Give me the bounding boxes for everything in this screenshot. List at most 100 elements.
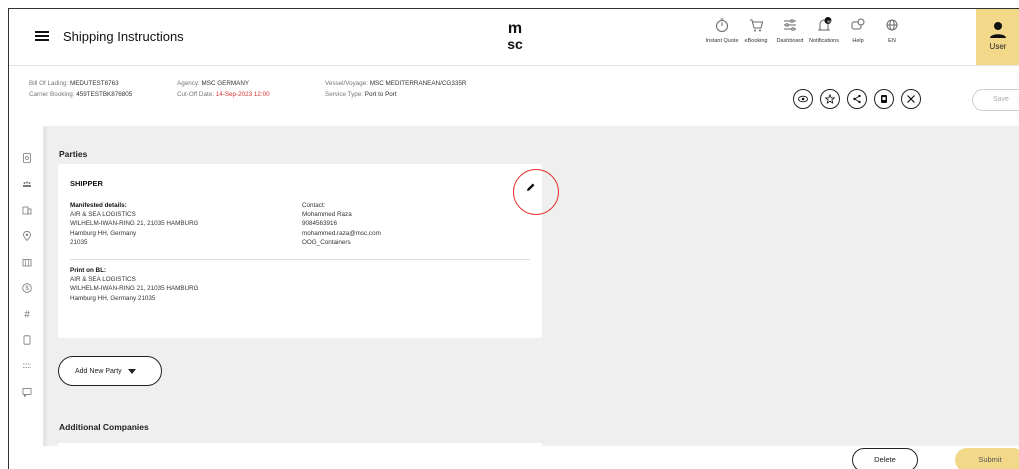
print-line: WILHELM-IWAN-RING 21, 21035 HAMBURG — [70, 285, 199, 293]
bol-label: Bill Of Lading: — [29, 80, 69, 87]
cutoff-label: Cut-Off Date: — [177, 91, 214, 98]
agency-info: Agency: MSC GERMANY Cut-Off Date: 14-Sep… — [177, 78, 270, 100]
nav-label: Instant Quote — [705, 38, 739, 44]
manifested-details: Manifested details: AIR & SEA LOGISTICS … — [70, 201, 199, 247]
eye-icon — [798, 95, 808, 103]
manifested-line: Hamburg HH, Germany — [70, 229, 137, 237]
contact-line: OOG_Containers — [302, 238, 351, 246]
bol-value: MEDUTEST8763 — [69, 80, 119, 87]
document-icon — [881, 95, 887, 103]
carrier-booking-value: 459TESTBK876805 — [76, 91, 133, 98]
shipper-card: SHIPPER Manifested details: AIR & SEA LO… — [58, 164, 559, 338]
nav-label: Notifications — [809, 38, 839, 44]
svg-text:$: $ — [25, 286, 29, 292]
nav-language[interactable]: EN — [875, 17, 909, 44]
manifested-line: WILHELM-IWAN-RING 21, 21035 HAMBURG — [70, 220, 199, 228]
notification-badge: 99+ — [827, 19, 834, 24]
share-button[interactable] — [847, 89, 867, 109]
user-icon — [990, 22, 1006, 38]
agency-value: MSC GERMANY — [201, 80, 250, 87]
vessel-value: MSC MEDITERRANEAN/CG335R — [369, 80, 467, 87]
nav-label: eBooking — [744, 38, 768, 44]
side-file-icon[interactable] — [22, 332, 32, 345]
print-line: Hamburg HH, Germany 21035 — [70, 294, 156, 302]
add-new-party-label: Add New Party — [75, 367, 122, 375]
additional-companies-title: Additional Companies — [59, 422, 149, 432]
edit-highlight-circle — [513, 169, 559, 215]
stopwatch-icon — [716, 18, 728, 32]
carrier-booking-label: Carrier Booking: — [29, 91, 75, 98]
card-divider — [70, 259, 530, 260]
side-container-icon[interactable] — [22, 254, 32, 267]
side-nav: $ # — [9, 126, 43, 446]
nav-ebooking[interactable]: eBooking — [739, 17, 773, 44]
svg-text:sc: sc — [507, 36, 523, 52]
delete-button[interactable]: Delete — [852, 448, 918, 469]
user-menu-button[interactable]: User — [976, 9, 1019, 65]
contact-line: 9084563916 — [302, 220, 338, 228]
agency-label: Agency: — [177, 80, 200, 87]
nav-label: Help — [852, 38, 864, 44]
print-line: AIR & SEA LOGISTICS — [70, 276, 136, 284]
shipper-heading: SHIPPER — [70, 179, 103, 188]
manifested-line: 21035 — [70, 238, 88, 246]
vessel-info: Vessel/Voyage: MSC MEDITERRANEAN/CG335R … — [325, 78, 466, 100]
print-on-bl-details: Print on BL: AIR & SEA LOGISTICS WILHELM… — [70, 266, 199, 303]
contact-label: Contact: — [302, 202, 326, 209]
nav-instant-quote[interactable]: Instant Quote — [705, 17, 739, 44]
svg-text:m: m — [508, 20, 522, 37]
top-nav: Instant Quote eBooking Dashboard 99+ Not… — [705, 17, 909, 44]
globe-icon — [886, 19, 898, 31]
vessel-label: Vessel/Voyage: — [325, 80, 369, 87]
bottom-action-bar: Delete Submit — [9, 446, 1019, 469]
nav-help[interactable]: Help — [841, 17, 875, 44]
manifested-line: AIR & SEA LOGISTICS — [70, 211, 136, 219]
main-content: Parties SHIPPER Manifested details: AIR … — [47, 126, 1019, 449]
page-title: Shipping Instructions — [63, 29, 184, 44]
user-label: User — [989, 42, 1007, 51]
contact-line: mohammed.raza@msc.com — [302, 229, 381, 237]
menu-icon[interactable] — [35, 31, 49, 41]
nav-label: EN — [888, 38, 896, 44]
msc-logo: m sc — [507, 20, 523, 52]
sliders-icon — [784, 19, 796, 31]
contact-details: Contact: Mohammed Raza 9084563916 mohamm… — [302, 201, 381, 247]
help-chat-icon — [851, 18, 865, 30]
save-button[interactable]: Save — [972, 89, 1019, 111]
cutoff-value: 14-Sep-2023 12:00 — [215, 91, 270, 98]
shipment-info-bar: Bill Of Lading: MEDUTEST8763 Carrier Boo… — [9, 65, 1019, 125]
submit-button[interactable]: Submit — [955, 448, 1019, 469]
print-on-bl-label: Print on BL: — [70, 267, 107, 274]
side-hash-icon[interactable]: # — [22, 306, 32, 321]
service-type-label: Service Type: — [325, 91, 364, 98]
side-location-icon[interactable] — [22, 228, 32, 242]
nav-label: Dashboard — [776, 38, 804, 44]
booking-info: Bill Of Lading: MEDUTEST8763 Carrier Boo… — [29, 78, 132, 100]
caret-down-icon — [127, 368, 136, 374]
side-doc-icon[interactable] — [22, 150, 32, 163]
parties-section-title: Parties — [59, 149, 88, 159]
side-parties-icon[interactable] — [22, 176, 32, 187]
star-icon — [825, 94, 835, 104]
nav-notifications[interactable]: 99+ Notifications — [807, 17, 841, 44]
cart-icon — [750, 19, 764, 32]
contact-line: Mohammed Raza — [302, 211, 352, 219]
top-bar: Shipping Instructions m sc Instant Quote… — [9, 9, 1019, 65]
document-button[interactable] — [874, 89, 894, 109]
side-building-icon[interactable] — [22, 202, 32, 215]
svg-text:#: # — [24, 310, 30, 320]
preview-button[interactable] — [793, 89, 813, 109]
side-comment-icon[interactable] — [22, 384, 32, 398]
nav-dashboard[interactable]: Dashboard — [773, 17, 807, 44]
side-list-icon[interactable] — [22, 358, 32, 368]
app-window: Shipping Instructions m sc Instant Quote… — [8, 8, 1019, 469]
add-new-party-button[interactable]: Add New Party — [58, 356, 162, 386]
side-dollar-icon[interactable]: $ — [22, 280, 32, 293]
close-icon — [907, 95, 915, 103]
service-type-value: Port to Port — [364, 91, 397, 98]
favorite-button[interactable] — [820, 89, 840, 109]
close-button[interactable] — [901, 89, 921, 109]
share-icon — [853, 94, 861, 104]
action-buttons — [793, 89, 928, 109]
manifested-label: Manifested details: — [70, 202, 127, 209]
